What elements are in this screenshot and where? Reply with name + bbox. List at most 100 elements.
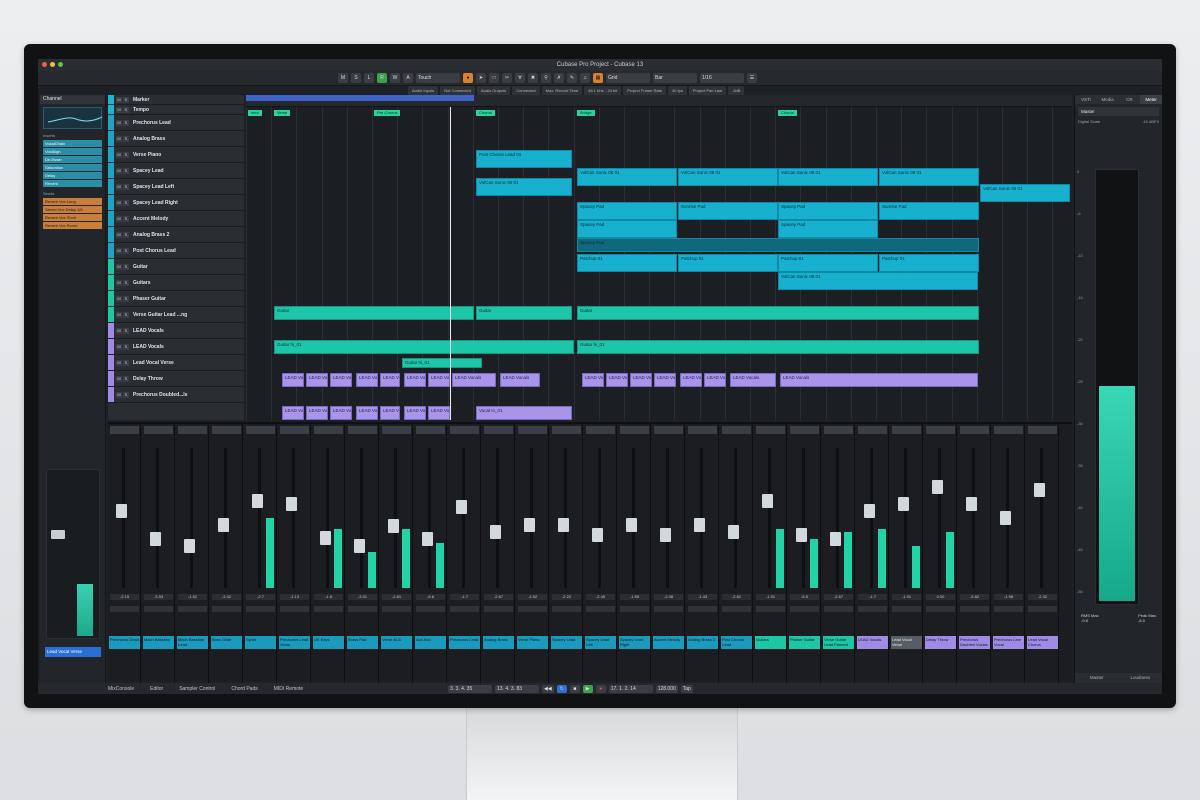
pencil-tool-icon[interactable]: ✎	[567, 73, 577, 83]
read-write-buttons[interactable]	[484, 606, 513, 612]
fader-cap[interactable]	[1000, 511, 1011, 525]
audio-clip[interactable]: Spacey Pad	[577, 220, 677, 238]
track-row[interactable]: M S Prechorus Lead	[108, 115, 244, 131]
read-write-buttons[interactable]	[858, 606, 887, 612]
channel-name[interactable]: Verse ACD	[381, 636, 412, 649]
tab-editor[interactable]: Editor	[150, 686, 163, 692]
fader-cap[interactable]	[558, 518, 569, 532]
quantize-select[interactable]: 1/16	[700, 73, 744, 83]
mixer-channel-strip[interactable]: -1.55 Spacey Lead Right	[618, 424, 651, 683]
track-mute-button[interactable]: M	[116, 183, 122, 190]
vocal-clip[interactable]: LEAD Vocals	[730, 373, 776, 387]
strip-header[interactable]	[552, 426, 581, 434]
mixer-channel-strip[interactable]: -2.32 Lead Vocal Chorus	[1026, 424, 1059, 683]
fader-cap[interactable]	[286, 497, 297, 511]
read-write-buttons[interactable]	[382, 606, 411, 612]
tab-master[interactable]: Master	[1075, 673, 1119, 683]
track-solo-button[interactable]: S	[123, 167, 129, 174]
guitar-clip[interactable]: Guitar	[274, 306, 474, 320]
track-mute-button[interactable]: M	[116, 263, 122, 270]
vocal-clip[interactable]: LEAD Vocals	[428, 406, 450, 420]
strip-header[interactable]	[314, 426, 343, 434]
audio-clip[interactable]: Sunrise Pad	[879, 202, 979, 220]
range-tool-icon[interactable]: □	[489, 73, 499, 83]
track-mute-button[interactable]: M	[116, 119, 122, 126]
strip-header[interactable]	[348, 426, 377, 434]
track-solo-button[interactable]: S	[123, 106, 129, 113]
fader-cap[interactable]	[490, 525, 501, 539]
fader-cap[interactable]	[524, 518, 535, 532]
fader-cap[interactable]	[320, 530, 331, 545]
track-mute-button[interactable]: M	[116, 199, 122, 206]
channel-name[interactable]: Synth	[245, 636, 276, 649]
fader-cap[interactable]	[150, 532, 161, 546]
track-solo-button[interactable]: S	[123, 199, 129, 206]
track-mute-button[interactable]: M	[116, 375, 122, 382]
fader-value[interactable]: -2.08	[654, 594, 683, 600]
tab-media[interactable]: Media	[1097, 95, 1119, 104]
strip-header[interactable]	[790, 426, 819, 434]
track-mute-button[interactable]: M	[116, 231, 122, 238]
track-mute-button[interactable]: M	[116, 359, 122, 366]
fader-cap[interactable]	[694, 518, 705, 532]
fader-cap[interactable]	[1034, 483, 1045, 497]
channel-name[interactable]: Guitars	[755, 636, 786, 649]
track-row[interactable]: M S Tempo	[108, 105, 244, 115]
track-row[interactable]: M S Spacey Lead	[108, 163, 244, 179]
track-solo-button[interactable]: S	[123, 295, 129, 302]
strip-header[interactable]	[688, 426, 717, 434]
fader-value[interactable]: -1.91	[892, 594, 921, 600]
vocal-clip[interactable]: LEAD Vocals	[404, 373, 426, 387]
play-icon[interactable]: ▶	[582, 684, 593, 693]
fader-cap[interactable]	[932, 480, 943, 495]
fader-value[interactable]: -5.82	[960, 594, 989, 600]
read-write-buttons[interactable]	[144, 606, 173, 612]
a-button[interactable]: A	[403, 73, 413, 83]
mixer-channel-strip[interactable]: -1.98 Prechorus Line Vocal	[992, 424, 1025, 683]
track-solo-button[interactable]: S	[123, 375, 129, 382]
snap-toggle-icon[interactable]: ▦	[593, 73, 603, 83]
mixer-channel-strip[interactable]: -6.6 Acc Acd	[414, 424, 447, 683]
marker[interactable]: Pre-Chorus	[374, 110, 401, 116]
audio-clip[interactable]: Patchup 01	[879, 254, 979, 272]
mixer-channel-strip[interactable]: -2.81 Verse ACD	[380, 424, 413, 683]
send-slot[interactable]: Reverb Vox Long	[43, 198, 102, 205]
strip-header[interactable]	[144, 426, 173, 434]
read-write-buttons[interactable]	[654, 606, 683, 612]
read-write-buttons[interactable]	[314, 606, 343, 612]
vocal-clip[interactable]: LEAD Vocals	[282, 373, 304, 387]
stop-icon[interactable]: ■	[569, 684, 580, 693]
tab-loudness[interactable]: Loudness	[1119, 673, 1163, 683]
channel-name[interactable]: Prechorus Dead	[109, 636, 140, 649]
read-write-buttons[interactable]	[756, 606, 785, 612]
channel-name[interactable]: Prechorus Lead Verse	[279, 636, 310, 649]
strip-header[interactable]	[654, 426, 683, 434]
audio-clip[interactable]: VolCan Sonic 08 01	[476, 178, 572, 196]
read-write-buttons[interactable]	[246, 606, 275, 612]
audio-clip[interactable]: Patchup 01	[778, 254, 878, 272]
fader-cap[interactable]	[796, 527, 807, 542]
mute-tool-icon[interactable]: ✗	[554, 73, 564, 83]
guitar-clip[interactable]: Guitar hi_01	[402, 358, 482, 368]
meter-section-title[interactable]: Master	[1078, 107, 1159, 116]
track-solo-button[interactable]: S	[123, 279, 129, 286]
fader-cap[interactable]	[762, 494, 773, 509]
track-solo-button[interactable]: S	[123, 135, 129, 142]
marker[interactable]: Verse	[274, 110, 291, 116]
read-write-buttons[interactable]	[280, 606, 309, 612]
track-row[interactable]: M S Prechorus Doubled...ls	[108, 387, 244, 403]
mixer-channel-strip[interactable]: -1.13 Prechorus Lead Verse	[278, 424, 311, 683]
track-solo-button[interactable]: S	[123, 151, 129, 158]
channel-name[interactable]: Acc Acd	[415, 636, 446, 649]
tempo-display[interactable]: 128.000	[655, 684, 678, 693]
insert-slot[interactable]: De-Esser	[43, 156, 102, 163]
track-row[interactable]: M S Guitars	[108, 275, 244, 291]
send-slot[interactable]: Reverb Vox Room	[43, 222, 102, 229]
read-write-buttons[interactable]	[722, 606, 751, 612]
quantize-options-icon[interactable]: ☰	[747, 73, 757, 83]
channel-name[interactable]: Mach Bassline Lead	[177, 636, 208, 649]
track-mute-button[interactable]: M	[116, 215, 122, 222]
strip-header[interactable]	[518, 426, 547, 434]
channel-name[interactable]: LEAD Vocals	[857, 636, 888, 649]
inspector-fader[interactable]	[46, 469, 100, 639]
